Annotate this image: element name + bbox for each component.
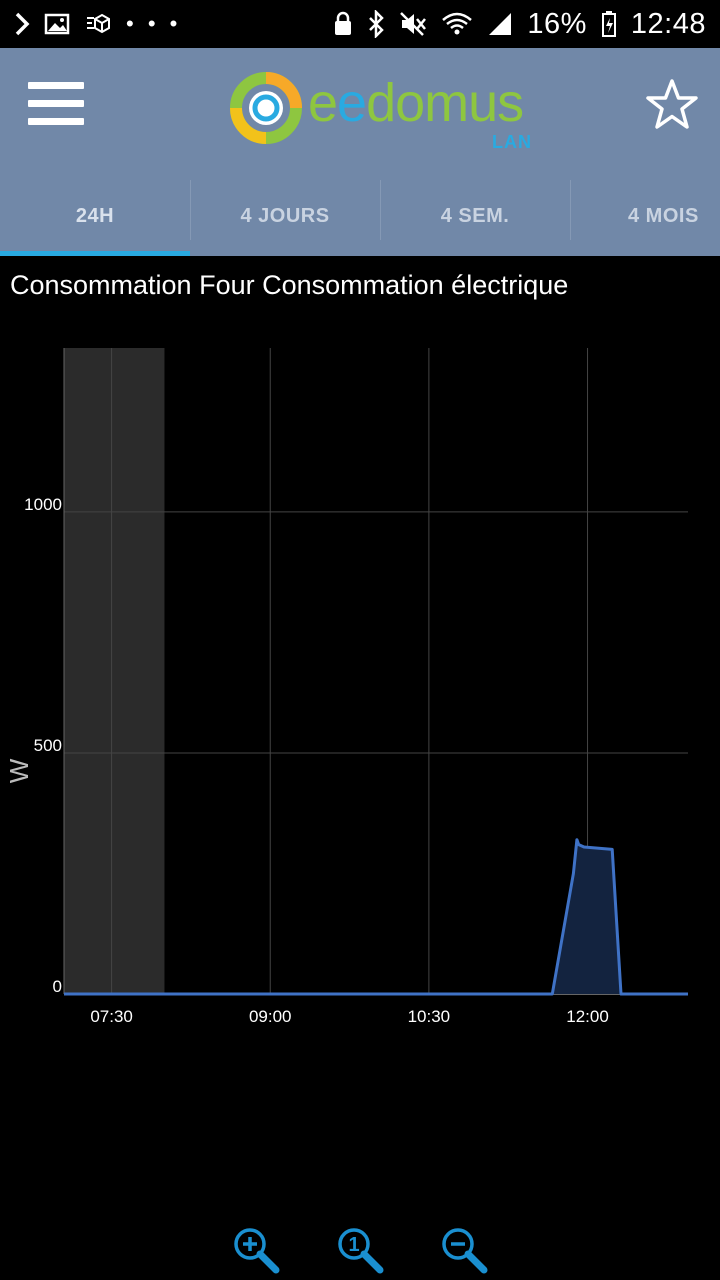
tab-4-sem[interactable]: 4 SEM.	[380, 176, 570, 256]
logo-wordmark: eedomus	[308, 72, 524, 134]
logo-text-part3: domus	[366, 73, 524, 133]
status-bar-right: 16% 12:48	[333, 8, 706, 41]
clock: 12:48	[630, 7, 706, 40]
hamburger-icon[interactable]	[28, 82, 84, 126]
y-tick-label: 0	[53, 977, 62, 996]
y-tick-label: 1000	[24, 495, 62, 514]
eedomus-logo: eedomus LAN	[228, 66, 548, 162]
bluetooth-icon	[367, 10, 385, 38]
status-bar-left: • • •	[14, 10, 181, 38]
zoom-reset-icon[interactable]: 1	[336, 1226, 384, 1274]
y-tick-label: 500	[34, 736, 62, 755]
logo-text-part2: e	[337, 73, 367, 133]
tab-4-jours[interactable]: 4 JOURS	[190, 176, 380, 256]
tab-24h[interactable]: 24H	[0, 176, 190, 256]
x-tick-label: 10:30	[408, 1007, 451, 1026]
signal-icon	[487, 10, 513, 38]
star-icon[interactable]	[642, 76, 702, 136]
battery-icon	[601, 10, 617, 38]
logo-text-part1: e	[308, 73, 338, 133]
night-band	[64, 348, 165, 994]
consumption-chart[interactable]: 0 500 1000 07:30 09:00 10:30 12:00 W	[0, 320, 720, 1050]
chevron-icon	[14, 10, 30, 38]
y-tick-labels: 0 500 1000	[24, 495, 62, 996]
x-tick-label: 09:00	[249, 1007, 292, 1026]
period-tabs: 24H 4 JOURS 4 SEM. 4 MOIS	[0, 176, 720, 256]
zoom-in-icon[interactable]	[232, 1226, 280, 1274]
x-tick-labels: 07:30 09:00 10:30 12:00	[90, 1007, 608, 1026]
vertical-gridlines	[111, 348, 589, 994]
x-tick-label: 12:00	[566, 1007, 609, 1026]
chart-title: Consommation Four Consommation électriqu…	[10, 270, 569, 300]
active-tab-indicator	[0, 251, 190, 256]
lock-icon	[333, 10, 353, 38]
tab-4-mois[interactable]: 4 MOIS	[570, 176, 720, 256]
x-tick-label: 07:30	[90, 1007, 133, 1026]
y-axis-label: W	[4, 758, 34, 783]
logo-subtitle: LAN	[492, 132, 532, 152]
wifi-icon	[441, 10, 473, 38]
cube-icon	[84, 10, 112, 38]
zoom-reset-glyph: 1	[348, 1234, 359, 1256]
app-header: eedomus LAN	[0, 48, 720, 176]
status-bar: • • • 16% 12:48	[0, 0, 720, 48]
battery-percent: 16%	[527, 7, 587, 40]
more-dots-icon: • • •	[126, 11, 182, 36]
logo-ring-icon	[230, 72, 302, 144]
zoom-out-icon[interactable]	[440, 1226, 488, 1274]
mute-icon	[399, 10, 427, 38]
image-icon	[44, 10, 70, 38]
